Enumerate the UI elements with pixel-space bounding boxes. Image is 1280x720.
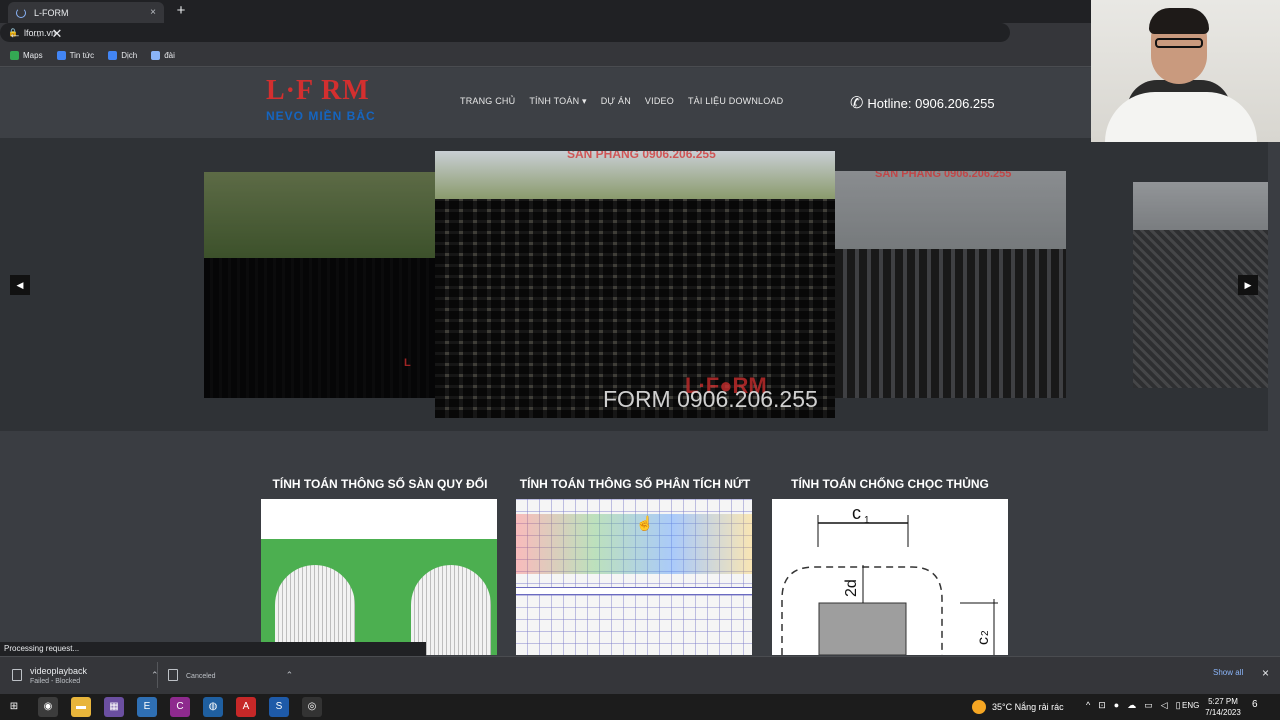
nav-tai-lieu-download[interactable]: TÀI LIỆU DOWNLOAD bbox=[688, 96, 783, 107]
logo-subtitle: NEVO MIỀN BẮC bbox=[266, 109, 376, 123]
cloud-icon[interactable]: ☁ bbox=[1127, 700, 1136, 711]
tab-close-icon[interactable]: × bbox=[150, 7, 156, 18]
network-icon[interactable]: ▭ bbox=[1144, 700, 1153, 711]
label-c1: c bbox=[852, 503, 861, 523]
card-title-phan-tich-nut[interactable]: TÍNH TOÁN THÔNG SỐ PHÂN TÍCH NỨT bbox=[510, 477, 760, 491]
tab-strip bbox=[0, 0, 1280, 23]
logo-wordmark: L·F RM bbox=[266, 75, 370, 106]
phone-icon: ✆ bbox=[850, 95, 864, 112]
carousel-slide[interactable]: L bbox=[204, 172, 436, 398]
browser-tab[interactable]: L-FORM × bbox=[8, 2, 164, 23]
carousel-prev-button[interactable]: ◀ bbox=[10, 275, 30, 295]
weather-text: 35°C Nắng rải rác bbox=[992, 702, 1064, 712]
clock-date: 7/14/2023 bbox=[1205, 708, 1241, 717]
forward-icon[interactable]: → bbox=[27, 23, 45, 45]
site-logo[interactable]: L·F RM NEVO MIỀN BẮC bbox=[266, 76, 398, 128]
download-status: Canceled bbox=[186, 672, 216, 680]
bookmark-tin-tuc[interactable]: Tin tức bbox=[56, 51, 94, 60]
chrome-icon[interactable]: ◉ bbox=[38, 697, 58, 717]
carousel-next-button[interactable]: ▶ bbox=[1238, 275, 1258, 295]
punching-shear-diagram: c 1 2d c 2 bbox=[781, 503, 998, 655]
chevron-up-icon[interactable]: ⌃ bbox=[286, 670, 294, 681]
app-blue-icon[interactable]: E bbox=[137, 697, 157, 717]
svg-text:2: 2 bbox=[980, 630, 991, 636]
system-tray: ^ ⊡ ● ☁ ▭ ◁ ▯ bbox=[1086, 700, 1181, 711]
card-title-chong-choc-thung[interactable]: TÍNH TOÁN CHỐNG CHỌC THỦNG bbox=[772, 477, 1008, 491]
address-bar[interactable]: 🔒 lform.vn G ⇄ ↗ ☆ bbox=[0, 23, 1272, 42]
clock-time: 5:27 PM bbox=[1208, 697, 1238, 706]
file-icon bbox=[12, 669, 22, 681]
slide-overlay-text: SÀN PHẲNG 0906.206.255 bbox=[567, 151, 716, 161]
microphone-icon[interactable]: ● bbox=[1114, 700, 1119, 711]
mouse-cursor-icon: ☝ bbox=[636, 515, 654, 531]
stop-loading-icon[interactable]: ✕ bbox=[48, 23, 66, 45]
nav-du-an[interactable]: DỰ ÁN bbox=[601, 96, 631, 107]
bookmarks-bar: Maps Tin tức Dịch đài bbox=[0, 45, 1280, 67]
radio-icon bbox=[151, 51, 161, 60]
download-name: videoplayback bbox=[30, 665, 88, 676]
loading-spinner-icon bbox=[16, 7, 26, 18]
label-2d: 2d bbox=[843, 579, 860, 597]
download-item[interactable]: Canceled ⌃ bbox=[168, 660, 293, 690]
news-icon bbox=[56, 51, 66, 60]
new-tab-button[interactable]: + bbox=[172, 2, 190, 20]
notification-center-icon[interactable]: 6 bbox=[1252, 699, 1258, 710]
svg-text:1: 1 bbox=[864, 515, 870, 526]
download-divider bbox=[157, 662, 158, 688]
app-magenta-icon[interactable]: C bbox=[170, 697, 190, 717]
battery-icon[interactable]: ▯ bbox=[1176, 700, 1181, 711]
card-title-san-quy-doi[interactable]: TÍNH TOÁN THÔNG SỐ SÀN QUY ĐỔI bbox=[262, 477, 498, 491]
download-item[interactable]: videoplayback Failed - Blocked ⌃ bbox=[12, 660, 159, 690]
maps-icon bbox=[10, 51, 19, 60]
nav-video[interactable]: VIDEO bbox=[645, 96, 674, 107]
bookmark-maps[interactable]: Maps bbox=[10, 51, 43, 60]
app-purple-icon[interactable]: ▦ bbox=[104, 697, 124, 717]
status-bar: Processing request... bbox=[0, 642, 426, 656]
slide-watermark: FORM 0906.206.255 bbox=[603, 386, 818, 412]
app-globe-icon[interactable]: ◍ bbox=[203, 697, 223, 717]
file-icon bbox=[168, 669, 178, 681]
translate-icon bbox=[108, 51, 118, 60]
volume-icon[interactable]: ◁ bbox=[1161, 700, 1168, 711]
close-downloads-icon[interactable]: × bbox=[1262, 666, 1269, 680]
browser-toolbar: ← → ✕ 🔒 lform.vn G ⇄ ↗ ☆ bbox=[0, 23, 1280, 45]
back-icon[interactable]: ← bbox=[6, 23, 24, 45]
tab-title: L-FORM bbox=[34, 7, 69, 18]
download-status: Failed - Blocked bbox=[30, 677, 81, 685]
webcam-overlay bbox=[1091, 0, 1280, 142]
app-record-icon[interactable]: ◎ bbox=[302, 697, 322, 717]
show-all-downloads-link[interactable]: Show all bbox=[1213, 668, 1243, 677]
card-image-san-quy-doi[interactable] bbox=[261, 499, 497, 655]
hotline-text: Hotline: 0906.206.255 bbox=[867, 95, 995, 111]
bookmark-dich[interactable]: Dịch bbox=[108, 51, 137, 60]
app-s-icon[interactable]: S bbox=[269, 697, 289, 717]
carousel-slide-active[interactable]: SÀN PHẲNG 0906.206.255 L·F●RM bbox=[435, 151, 835, 418]
folder-icon[interactable]: ▬ bbox=[71, 697, 91, 717]
card-image-chong-choc-thung[interactable]: c 1 2d c 2 bbox=[772, 499, 1008, 655]
tray-app-icon[interactable]: ⊡ bbox=[1098, 700, 1106, 711]
notification-count: 6 bbox=[1252, 699, 1258, 710]
hotline[interactable]: ✆ Hotline: 0906.206.255 bbox=[850, 93, 995, 113]
tray-expand-icon[interactable]: ^ bbox=[1086, 700, 1090, 711]
windows-icon[interactable]: ⊞ bbox=[4, 697, 24, 717]
carousel-slide[interactable]: SÀN PHẲNG 0906.206.255 bbox=[835, 171, 1066, 398]
nav-trang-chu[interactable]: TRANG CHỦ bbox=[460, 96, 515, 107]
taskbar-clock[interactable]: 5:27 PM 7/14/2023 bbox=[1200, 696, 1246, 718]
app-red-icon[interactable]: A bbox=[236, 697, 256, 717]
bookmark-dai[interactable]: đài bbox=[151, 51, 175, 60]
main-nav: TRANG CHỦ TÍNH TOÁN ▾ DỰ ÁN VIDEO TÀI LI… bbox=[460, 96, 783, 107]
label-c2: c bbox=[975, 637, 992, 645]
language-indicator[interactable]: ENG bbox=[1182, 701, 1199, 710]
nav-tinh-toan[interactable]: TÍNH TOÁN ▾ bbox=[529, 96, 586, 107]
weather-widget[interactable]: 35°C Nắng rải rác bbox=[972, 700, 1064, 714]
card-image-phan-tich-nut[interactable]: ☝ bbox=[516, 499, 752, 655]
weather-sun-icon bbox=[972, 700, 986, 714]
